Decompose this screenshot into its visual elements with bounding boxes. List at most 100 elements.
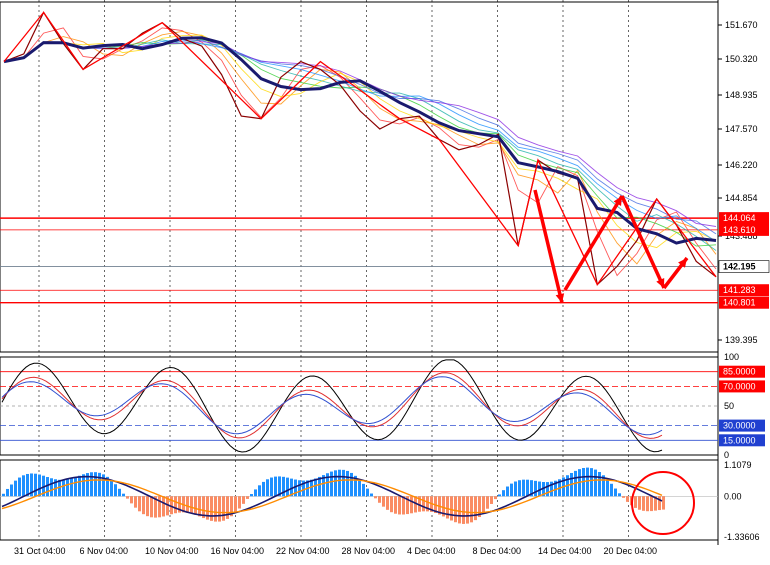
time-axis-label: 4 Dec 04:00 bbox=[407, 546, 456, 556]
macd-histogram-bar bbox=[194, 496, 197, 515]
oscillator-panel[interactable] bbox=[0, 359, 718, 453]
macd-histogram-bar bbox=[534, 480, 537, 497]
macd-histogram-bar bbox=[266, 479, 269, 497]
ma-ribbon-line bbox=[3, 27, 717, 277]
macd-histogram-bar bbox=[514, 481, 517, 497]
macd-histogram-bar bbox=[646, 496, 649, 512]
macd-histogram-bar bbox=[614, 488, 617, 497]
macd-histogram-bar bbox=[22, 475, 25, 497]
macd-histogram-bar bbox=[110, 480, 113, 497]
macd-histogram-bar bbox=[138, 496, 141, 512]
osc-level-tag-label: 30.0000 bbox=[723, 421, 756, 431]
macd-histogram-bar bbox=[114, 484, 117, 497]
macd-histogram-bar bbox=[366, 488, 369, 497]
time-axis-label: 10 Nov 04:00 bbox=[145, 546, 199, 556]
macd-histogram-bar bbox=[254, 489, 257, 497]
macd-histogram-bar bbox=[330, 471, 333, 497]
osc-tick-label: 100 bbox=[724, 352, 739, 362]
macd-tick-label: 0.00 bbox=[724, 491, 742, 501]
macd-histogram-bar bbox=[626, 496, 629, 502]
macd-histogram-bar bbox=[342, 469, 345, 497]
macd-histogram-bar bbox=[190, 496, 193, 514]
macd-histogram-bar bbox=[370, 493, 373, 497]
price-tick-label: 147.570 bbox=[725, 124, 758, 134]
macd-histogram-bar bbox=[186, 496, 189, 513]
macd-histogram-bar bbox=[622, 496, 625, 498]
macd-histogram-bar bbox=[122, 493, 125, 497]
price-panel[interactable] bbox=[0, 11, 718, 304]
macd-histogram-bar bbox=[2, 493, 5, 497]
osc-level-tag-label: 85.0000 bbox=[723, 367, 756, 377]
osc-tick-label: 50 bbox=[724, 401, 734, 411]
price-level-tag-label: 140.801 bbox=[723, 298, 756, 308]
macd-histogram-bar bbox=[502, 490, 505, 497]
macd-histogram-bar bbox=[494, 496, 497, 500]
macd-histogram-bar bbox=[314, 478, 317, 497]
macd-histogram-bar bbox=[634, 496, 637, 508]
time-axis-label: 28 Nov 04:00 bbox=[342, 546, 396, 556]
macd-histogram-bar bbox=[198, 496, 201, 517]
time-axis-label: 20 Dec 04:00 bbox=[604, 546, 658, 556]
macd-histogram-bar bbox=[486, 496, 489, 509]
time-axis-label: 6 Nov 04:00 bbox=[80, 546, 129, 556]
macd-histogram-bar bbox=[26, 473, 29, 497]
time-axis-label: 14 Dec 04:00 bbox=[538, 546, 592, 556]
macd-histogram-bar bbox=[222, 496, 225, 521]
macd-histogram-bar bbox=[10, 484, 13, 497]
macd-histogram-bar bbox=[510, 483, 513, 497]
macd-histogram-bar bbox=[14, 480, 17, 497]
macd-histogram-bar bbox=[482, 496, 485, 514]
macd-histogram-bar bbox=[378, 496, 381, 503]
macd-tick-label: 1.1079 bbox=[724, 460, 752, 470]
macd-histogram-bar bbox=[118, 488, 121, 497]
price-tick-label: 139.395 bbox=[725, 335, 758, 345]
macd-histogram-bar bbox=[498, 494, 501, 497]
price-tick-label: 148.935 bbox=[725, 90, 758, 100]
macd-histogram-bar bbox=[214, 496, 217, 522]
price-tick-label: 144.854 bbox=[725, 193, 758, 203]
macd-histogram-bar bbox=[394, 496, 397, 514]
macd-histogram-bar bbox=[462, 496, 465, 524]
macd-histogram-bar bbox=[346, 470, 349, 497]
chart-canvas[interactable]: 151.670 150.320 148.935 147.570 146.220 144.8… bbox=[0, 0, 770, 560]
osc-level-tag-label: 15.0000 bbox=[723, 435, 756, 445]
axis-layer: 151.670 150.320 148.935 147.570 146.220 144.8… bbox=[14, 20, 770, 556]
macd-histogram-bar bbox=[610, 483, 613, 497]
price-tick-label: 151.670 bbox=[725, 20, 758, 30]
price-level-tag-label: 141.283 bbox=[723, 285, 756, 295]
macd-histogram-bar bbox=[150, 496, 153, 518]
macd-histogram-bar bbox=[598, 472, 601, 497]
macd-histogram-bar bbox=[590, 468, 593, 497]
slow-moving-average[interactable] bbox=[3, 36, 717, 245]
macd-tick-label: -1.33606 bbox=[724, 532, 760, 542]
macd-histogram-bar bbox=[18, 477, 21, 497]
macd-histogram-bar bbox=[6, 488, 9, 497]
macd-histogram-bar bbox=[518, 480, 521, 497]
macd-histogram-bar bbox=[318, 476, 321, 497]
macd-histogram-bar bbox=[234, 496, 237, 513]
macd-histogram-bar bbox=[618, 493, 621, 497]
macd-histogram-bar bbox=[422, 496, 425, 512]
macd-histogram-bar bbox=[450, 496, 453, 521]
macd-histogram-bar bbox=[410, 496, 413, 514]
macd-histogram-bar bbox=[458, 496, 461, 524]
price-level-tag-label: 144.064 bbox=[723, 213, 756, 223]
macd-histogram-bar bbox=[506, 486, 509, 497]
macd-histogram-bar bbox=[50, 478, 53, 497]
trading-chart[interactable]: 151.670 150.320 148.935 147.570 146.220 144.8… bbox=[0, 0, 770, 560]
macd-histogram-bar bbox=[66, 479, 69, 497]
macd-histogram-bar bbox=[262, 481, 265, 497]
time-axis-label: 22 Nov 04:00 bbox=[276, 546, 330, 556]
macd-histogram-bar bbox=[270, 477, 273, 497]
macd-panel[interactable] bbox=[0, 467, 718, 535]
osc-level-tag-label: 70.0000 bbox=[723, 381, 756, 391]
macd-histogram-bar bbox=[134, 496, 137, 508]
macd-histogram-bar bbox=[174, 496, 177, 514]
macd-histogram-bar bbox=[162, 496, 165, 517]
macd-histogram-bar bbox=[606, 479, 609, 497]
ma-ribbon-line bbox=[3, 39, 717, 235]
macd-histogram-bar bbox=[526, 479, 529, 497]
macd-histogram-bar bbox=[38, 474, 41, 497]
macd-histogram-bar bbox=[78, 475, 81, 497]
price-tick-label: 146.220 bbox=[725, 160, 758, 170]
